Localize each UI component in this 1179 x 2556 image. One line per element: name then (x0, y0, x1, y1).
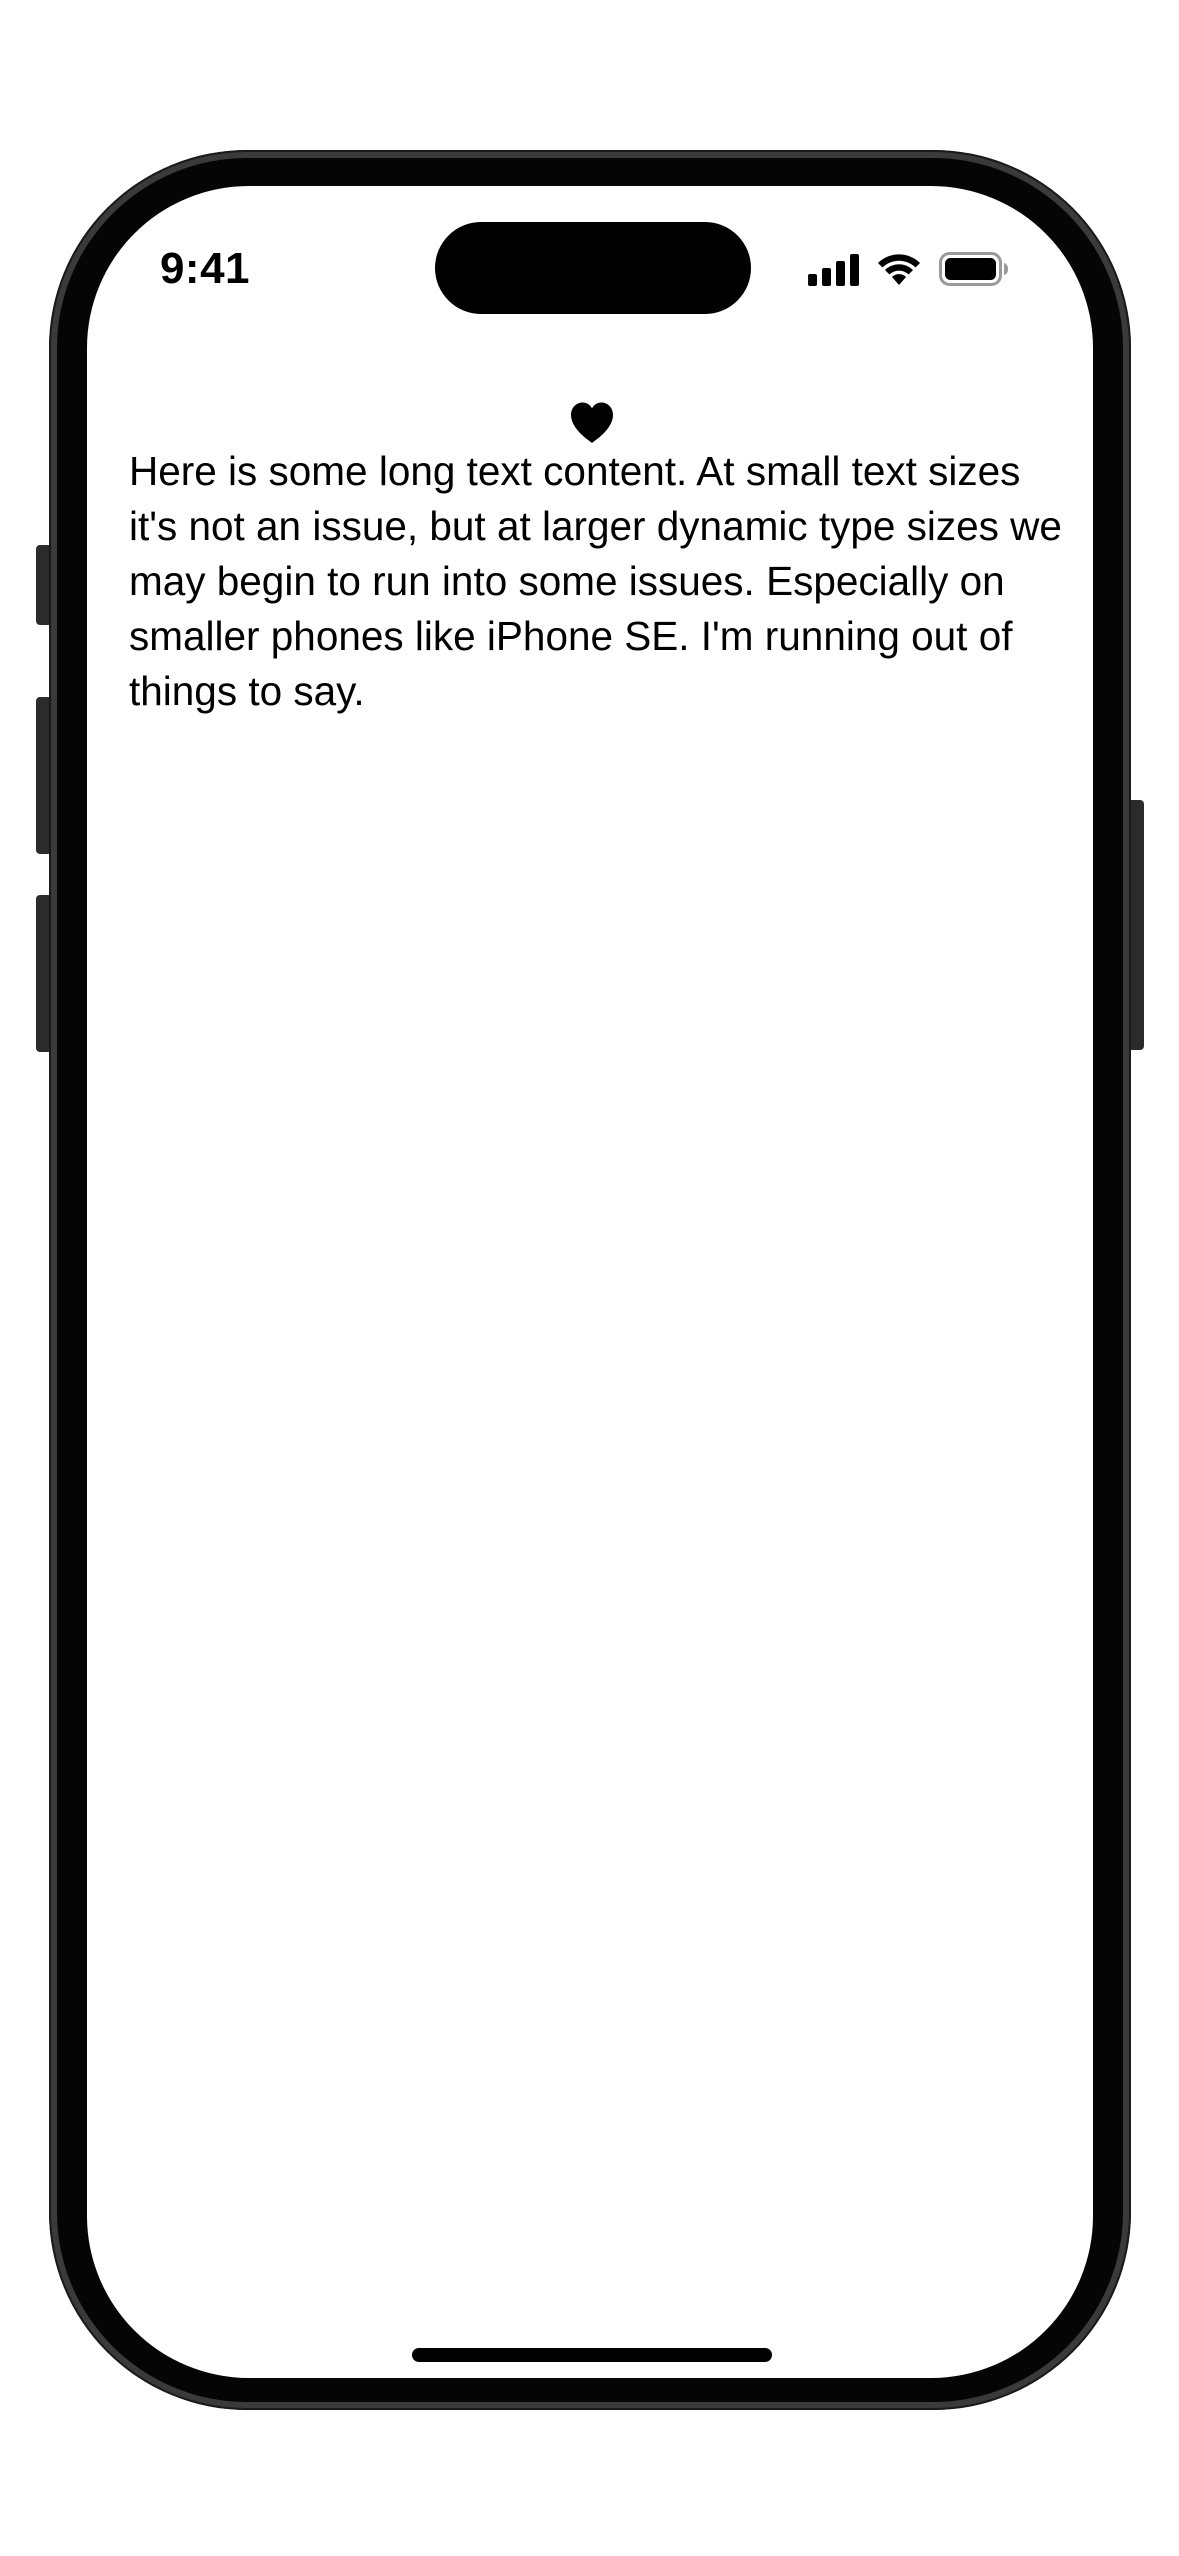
status-bar-time: 9:41 (159, 244, 251, 293)
home-indicator[interactable] (412, 2348, 772, 2362)
heart-icon (571, 402, 613, 443)
iphone-device-frame: 9:41 Here is some long text content. At … (0, 0, 1179, 2556)
cellular-signal-icon (808, 254, 859, 286)
body-text: Here is some long text content. At small… (129, 448, 1062, 714)
battery-icon (939, 252, 1008, 286)
dynamic-island (435, 222, 751, 314)
wifi-icon (878, 254, 920, 285)
